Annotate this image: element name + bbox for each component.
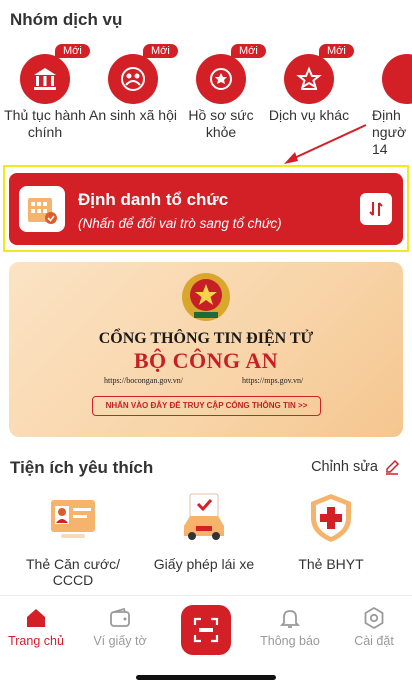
tab-label: Thông báo — [260, 634, 320, 648]
tab-settings[interactable]: Cài đặt — [334, 606, 412, 648]
org-subtitle: (Nhấn để đổi vai trò sang tổ chức) — [78, 216, 282, 231]
annotation-arrow-icon — [284, 124, 367, 164]
tab-label: Ví giấy tờ — [93, 634, 147, 648]
banner-url2: https://mps.gov.vn/ — [242, 376, 304, 385]
star-icon — [284, 54, 334, 104]
settings-icon — [364, 606, 384, 630]
tab-wallet[interactable]: Ví giấy tờ — [80, 606, 160, 648]
service-label: An sinh xã hội — [89, 107, 177, 123]
edit-favorites-button[interactable]: Chỉnh sửa — [311, 459, 400, 475]
id-card-icon — [51, 500, 95, 538]
bank-icon — [20, 54, 70, 104]
banner-line1: CỔNG THÔNG TIN ĐIỆN TỬ — [98, 330, 314, 347]
car-license-icon — [184, 493, 224, 540]
banner-url1: https://bocongan.gov.vn/ — [104, 376, 184, 385]
new-badge: Mới — [143, 44, 178, 58]
org-identity-card[interactable]: Định danh tổ chức (Nhấn để đổi vai trò s… — [9, 173, 403, 245]
service-label: Thủ tục hành chính — [4, 107, 86, 140]
id-icon — [382, 54, 412, 104]
favorites-title: Tiện ích yêu thích — [10, 458, 154, 477]
services-title: Nhóm dịch vụ — [10, 10, 123, 29]
wallet-icon — [110, 607, 130, 627]
org-title: Định danh tổ chức — [78, 190, 229, 209]
favorite-label: Thẻ Căn cước/ CCCD — [25, 556, 121, 588]
home-icon — [27, 609, 45, 627]
family-icon — [108, 54, 158, 104]
new-badge: Mới — [319, 44, 354, 58]
bell-icon — [279, 610, 301, 628]
service-label: Định ngườ 14 — [372, 107, 407, 157]
health-icon — [196, 54, 246, 104]
service-label: Hồ sơ sức khỏe — [188, 107, 254, 140]
scan-qr-button[interactable] — [181, 605, 231, 655]
home-indicator — [136, 675, 276, 680]
scan-icon — [193, 617, 219, 643]
favorite-label: Thẻ BHYT — [298, 556, 364, 572]
pencil-icon — [386, 459, 400, 475]
ministry-portal-banner[interactable]: CỔNG THÔNG TIN ĐIỆN TỬ BỘ CÔNG AN https:… — [9, 262, 403, 437]
favorite-label: Giấy phép lái xe — [153, 556, 255, 572]
edit-label: Chỉnh sửa — [311, 459, 378, 475]
tab-home[interactable]: Trang chủ — [0, 606, 76, 648]
tab-notifications[interactable]: Thông báo — [250, 606, 330, 648]
new-badge: Mới — [55, 44, 90, 58]
banner-line2: BỘ CÔNG AN — [133, 348, 279, 373]
health-insurance-icon — [311, 494, 351, 542]
banner-cta-button[interactable]: NHẤN VÀO ĐÂY ĐỂ TRUY CẬP CỔNG THÔNG TIN … — [92, 396, 321, 416]
building-icon — [19, 186, 65, 232]
tab-label: Trang chủ — [8, 634, 64, 648]
bottom-tab-bar: Trang chủ Ví giấy tờ Thông báo Cài đặt — [0, 595, 412, 686]
tab-label: Cài đặt — [354, 634, 394, 648]
new-badge: Mới — [231, 44, 266, 58]
swap-vertical-icon[interactable] — [360, 193, 392, 225]
police-emblem-icon — [182, 273, 230, 321]
